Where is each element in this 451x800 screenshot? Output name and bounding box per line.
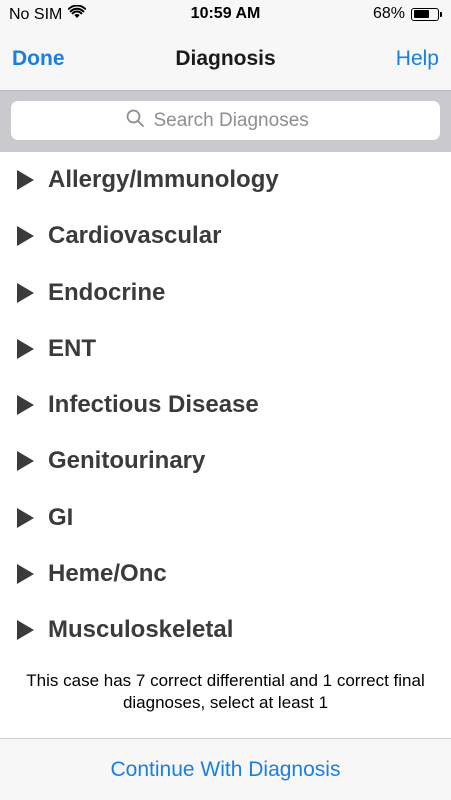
disclosure-triangle-icon bbox=[17, 282, 34, 303]
list-item-label: Endocrine bbox=[48, 278, 166, 306]
category-list: Allergy/Immunology Cardiovascular Endocrin… bbox=[0, 152, 451, 658]
list-item-label: Allergy/Immunology bbox=[48, 166, 279, 194]
status-bar: No SIM 10:59 AM 68% bbox=[0, 0, 451, 30]
list-item[interactable]: Infectious Disease bbox=[0, 377, 451, 433]
battery-icon bbox=[411, 7, 442, 21]
list-item-label: Musculoskeletal bbox=[48, 616, 234, 644]
disclosure-triangle-icon bbox=[17, 170, 34, 191]
disclosure-triangle-icon bbox=[17, 395, 34, 416]
search-field[interactable] bbox=[11, 101, 440, 140]
list-item[interactable]: Heme/Onc bbox=[0, 546, 451, 602]
navigation-bar: Done Diagnosis Help bbox=[0, 30, 451, 90]
list-item[interactable]: Cardiovascular bbox=[0, 208, 451, 264]
list-item-label: ENT bbox=[48, 334, 96, 362]
list-item[interactable]: GI bbox=[0, 490, 451, 546]
list-item[interactable]: Musculoskeletal bbox=[0, 602, 451, 658]
footer-bar: Continue With Diagnosis bbox=[0, 738, 451, 800]
info-text: This case has 7 correct differential and… bbox=[26, 671, 425, 712]
disclosure-triangle-icon bbox=[17, 620, 34, 641]
help-button[interactable]: Help bbox=[396, 47, 439, 71]
list-item[interactable]: Genitourinary bbox=[0, 433, 451, 489]
search-input[interactable] bbox=[151, 108, 326, 133]
status-right: 68% bbox=[372, 5, 442, 23]
search-bar bbox=[0, 90, 451, 152]
list-item-label: GI bbox=[48, 503, 74, 531]
page-title: Diagnosis bbox=[175, 47, 276, 70]
list-item-label: Cardiovascular bbox=[48, 222, 222, 250]
continue-with-diagnosis-button[interactable]: Continue With Diagnosis bbox=[111, 758, 341, 782]
disclosure-triangle-icon bbox=[17, 563, 34, 584]
disclosure-triangle-icon bbox=[17, 451, 34, 472]
list-item[interactable]: Allergy/Immunology bbox=[0, 152, 451, 208]
disclosure-triangle-icon bbox=[17, 338, 34, 359]
disclosure-triangle-icon bbox=[17, 226, 34, 247]
list-item[interactable]: ENT bbox=[0, 321, 451, 377]
disclosure-triangle-icon bbox=[17, 507, 34, 528]
battery-tip bbox=[440, 11, 442, 17]
battery-fill bbox=[413, 10, 430, 18]
list-item-label: Heme/Onc bbox=[48, 559, 167, 587]
list-item[interactable]: Endocrine bbox=[0, 265, 451, 321]
list-item-label: Genitourinary bbox=[48, 447, 206, 475]
battery-percent: 68% bbox=[372, 5, 405, 22]
list-item-label: Infectious Disease bbox=[48, 391, 259, 419]
search-icon bbox=[126, 109, 144, 132]
